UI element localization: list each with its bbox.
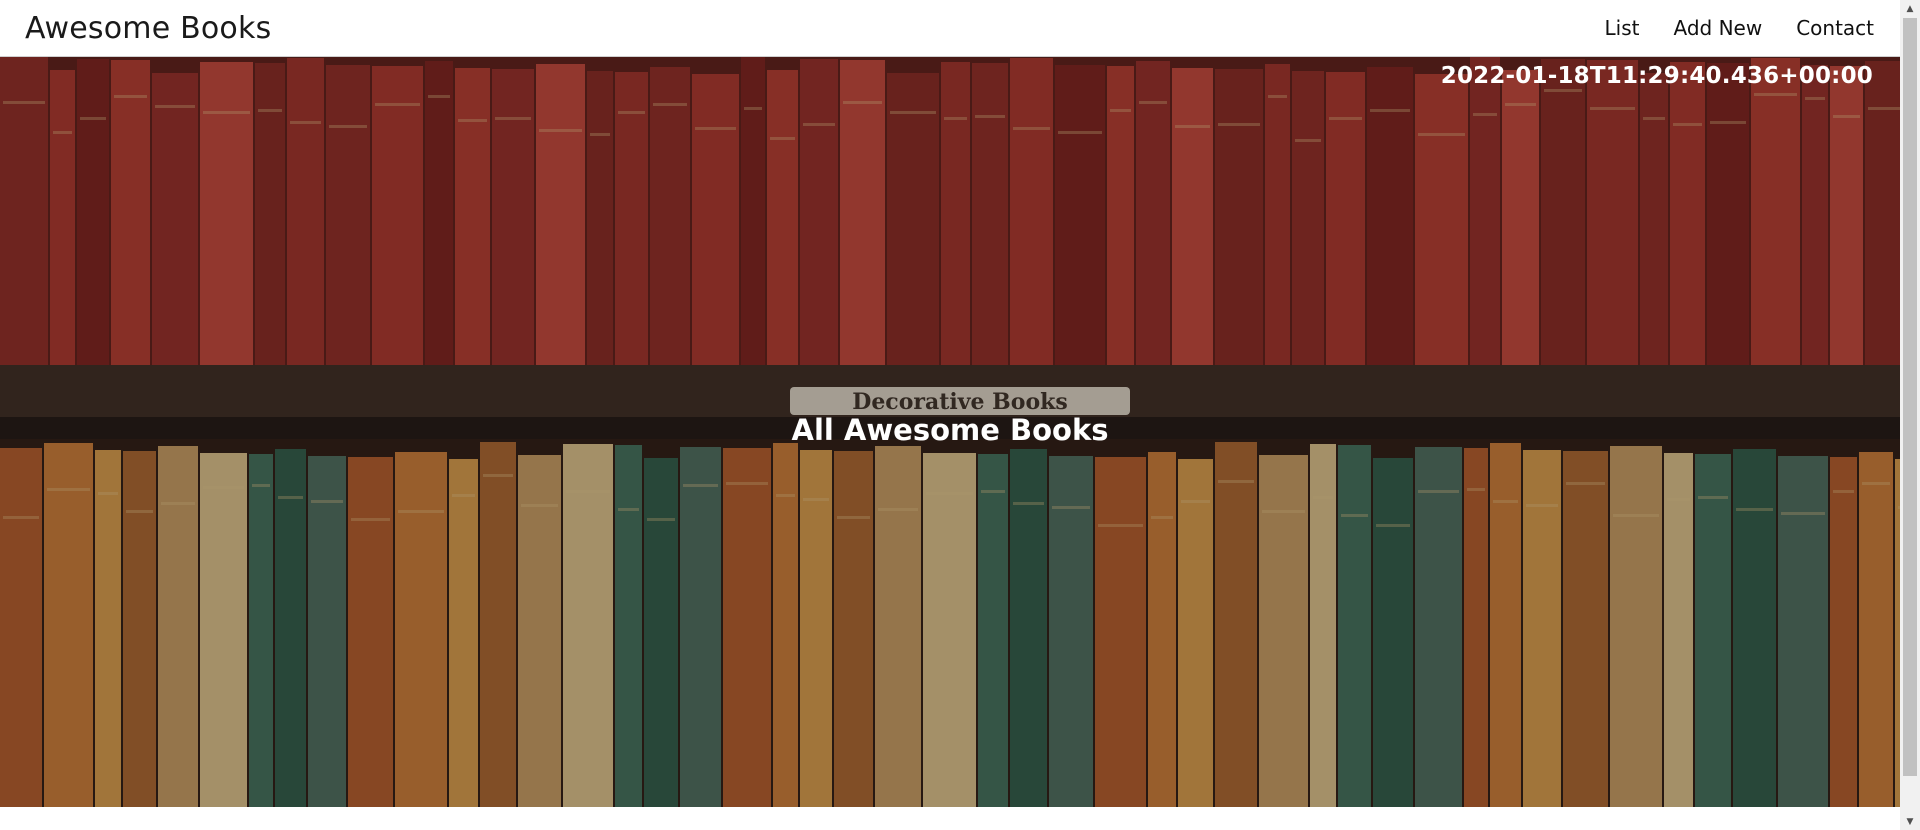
- nav-link-list[interactable]: List: [1605, 16, 1640, 40]
- brand-logo[interactable]: Awesome Books: [25, 11, 271, 46]
- scrollbar-thumb[interactable]: [1903, 18, 1917, 776]
- page-scrollbar[interactable]: ▲ ▼: [1900, 0, 1920, 830]
- top-navbar: Awesome Books List Add New Contact: [0, 0, 1900, 57]
- hero-title: All Awesome Books: [791, 413, 1109, 447]
- main-nav: List Add New Contact: [1571, 16, 1874, 40]
- footer: [0, 807, 1900, 830]
- nav-link-add-new[interactable]: Add New: [1673, 16, 1762, 40]
- scroll-up-arrow-icon[interactable]: ▲: [1900, 0, 1920, 17]
- nav-link-contact[interactable]: Contact: [1796, 16, 1874, 40]
- hero-banner: Decorative Books 2022-01-18T11:29:40.436…: [0, 57, 1900, 807]
- current-datetime: 2022-01-18T11:29:40.436+00:00: [1440, 63, 1873, 89]
- scroll-down-arrow-icon[interactable]: ▼: [1900, 813, 1920, 830]
